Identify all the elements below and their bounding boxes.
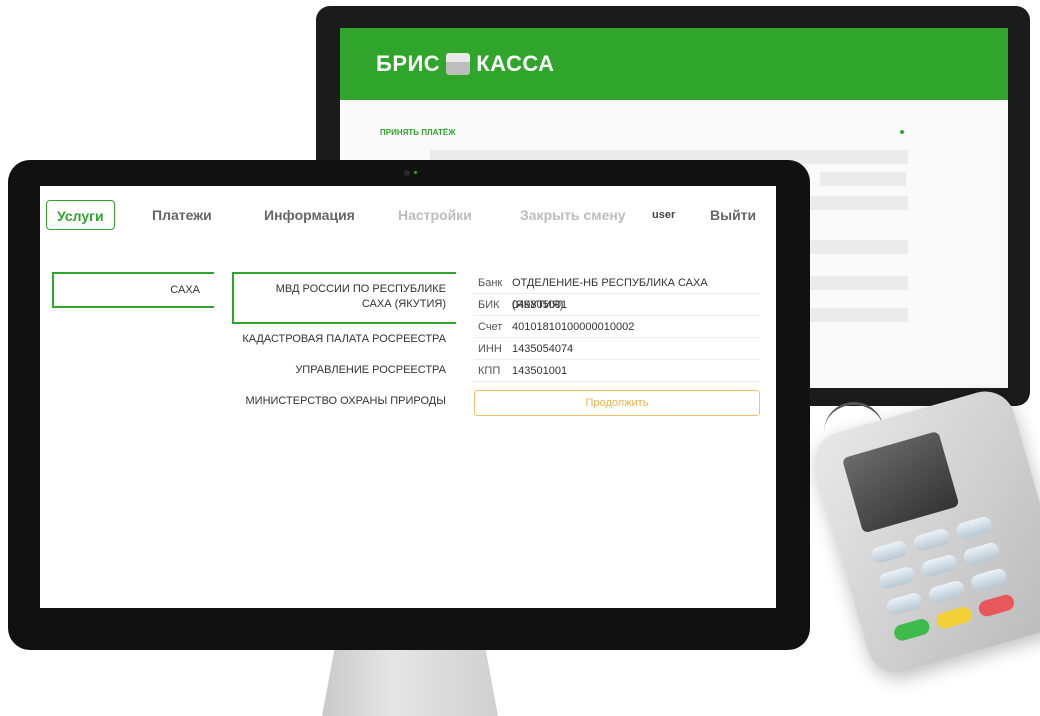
detail-bik: БИК 049805001 bbox=[474, 294, 760, 316]
detail-bank: Банк ОТДЕЛЕНИЕ-НБ РЕСПУБЛИКА САХА (ЯКУТИ… bbox=[474, 272, 760, 311]
detail-kpp: КПП 143501001 bbox=[474, 360, 760, 382]
camera-icon bbox=[404, 170, 410, 176]
monitor-stand bbox=[322, 640, 498, 716]
brand-right: КАССА bbox=[476, 51, 555, 76]
keypad-key bbox=[954, 515, 994, 541]
nav-close-shift[interactable]: Закрыть смену bbox=[520, 200, 626, 230]
detail-account: Счет 40101810100000010002 bbox=[474, 316, 760, 338]
keypad-key bbox=[969, 566, 1009, 593]
detail-value: 143501001 bbox=[512, 365, 568, 377]
detail-value: 1435054074 bbox=[512, 343, 574, 355]
nav-logout[interactable]: Выйти bbox=[710, 200, 756, 230]
back-status-dot bbox=[900, 130, 904, 134]
keypad-clear-key bbox=[934, 605, 974, 631]
detail-value: ОТДЕЛЕНИЕ-НБ РЕСПУБЛИКА САХА (ЯКУТИЯ) bbox=[512, 277, 708, 311]
detail-value: 049805001 bbox=[512, 299, 568, 311]
keypad-key bbox=[912, 527, 952, 553]
detail-label: КПП bbox=[478, 365, 501, 377]
keypad-key bbox=[884, 591, 924, 617]
top-nav: Услуги Платежи Информация Настройки Закр… bbox=[40, 196, 776, 232]
current-user: user bbox=[652, 209, 676, 221]
nav-services[interactable]: Услуги bbox=[46, 200, 115, 230]
brand-left: БРИС bbox=[376, 51, 441, 76]
product-scene: БРИС КАССА ПРИНЯТЬ ПЛАТЁЖ Услуги Платежи… bbox=[0, 0, 1040, 716]
app-screen: Услуги Платежи Информация Настройки Закр… bbox=[40, 186, 776, 608]
keypad-key bbox=[919, 553, 959, 579]
keypad-confirm-key bbox=[892, 617, 932, 643]
keypad-cancel-key bbox=[976, 592, 1016, 619]
payee-details: Банк ОТДЕЛЕНИЕ-НБ РЕСПУБЛИКА САХА (ЯКУТИ… bbox=[474, 272, 760, 416]
keypad-key bbox=[927, 579, 967, 605]
service-item-cadastral[interactable]: КАДАСТРОВАЯ ПАЛАТА РОСРЕЕСТРА bbox=[232, 324, 456, 355]
keypad-key bbox=[870, 539, 910, 565]
service-list: МВД РОССИИ ПО РЕСПУБЛИКЕ САХА (ЯКУТИЯ) К… bbox=[232, 272, 456, 420]
detail-value: 40101810100000010002 bbox=[512, 321, 635, 333]
detail-label: ИНН bbox=[478, 343, 502, 355]
nav-payments[interactable]: Платежи bbox=[152, 200, 212, 230]
detail-label: Счет bbox=[478, 321, 503, 333]
back-field-small bbox=[820, 172, 906, 186]
continue-button[interactable]: Продолжить bbox=[474, 390, 760, 416]
region-item[interactable]: САХА bbox=[52, 272, 214, 308]
service-item-nature[interactable]: МИНИСТЕРСТВО ОХРАНЫ ПРИРОДЫ bbox=[232, 386, 456, 417]
keypad-key bbox=[962, 541, 1002, 567]
back-app-header: БРИС КАССА bbox=[340, 28, 1008, 100]
back-app-content: ПРИНЯТЬ ПЛАТЁЖ bbox=[340, 100, 1008, 322]
cash-register-icon bbox=[446, 53, 471, 75]
back-section-title: ПРИНЯТЬ ПЛАТЁЖ bbox=[380, 128, 456, 137]
service-item-mvd[interactable]: МВД РОССИИ ПО РЕСПУБЛИКЕ САХА (ЯКУТИЯ) bbox=[232, 272, 456, 324]
detail-inn: ИНН 1435054074 bbox=[474, 338, 760, 360]
camera-led bbox=[414, 171, 417, 174]
nav-info[interactable]: Информация bbox=[264, 200, 355, 230]
keypad-key bbox=[877, 565, 917, 591]
nav-settings[interactable]: Настройки bbox=[398, 200, 472, 230]
terminal-screen bbox=[841, 430, 960, 534]
service-item-rosreestr[interactable]: УПРАВЛЕНИЕ РОСРЕЕСТРА bbox=[232, 355, 456, 386]
detail-label: Банк bbox=[478, 277, 503, 289]
detail-label: БИК bbox=[478, 299, 500, 311]
terminal-keypad bbox=[865, 506, 1039, 651]
